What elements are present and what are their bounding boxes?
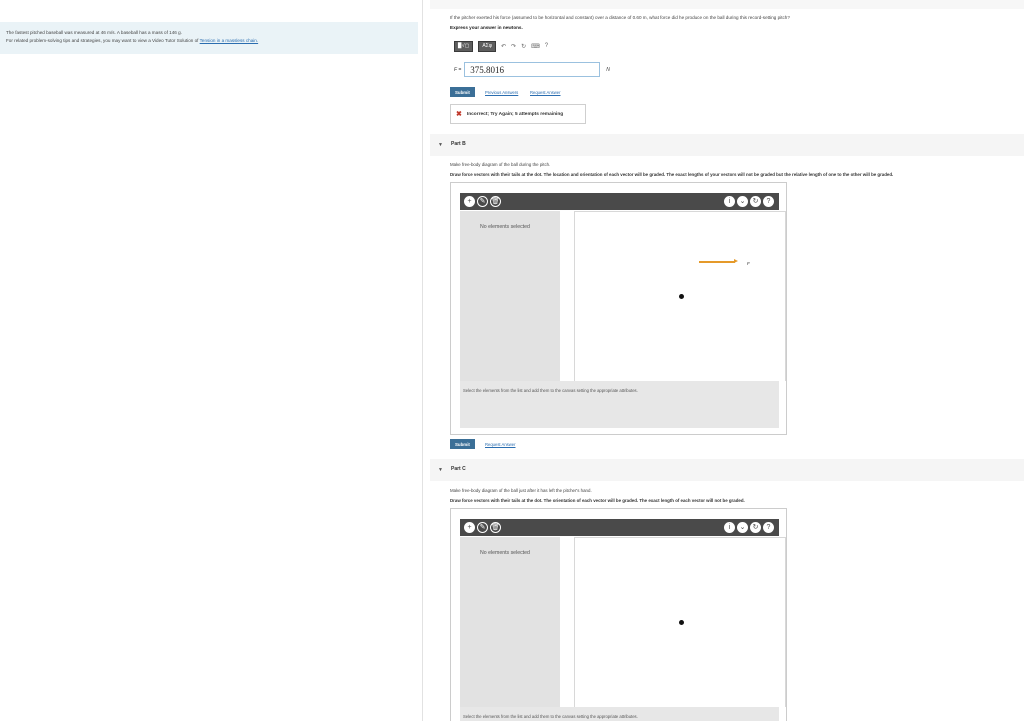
previous-answers-link[interactable]: Previous Answers [485,90,518,95]
info-icon[interactable]: i [724,522,735,533]
keyboard-icon[interactable]: ⌨ [531,43,540,50]
delete-icon[interactable]: 🗑 [490,196,501,207]
part-b-header[interactable]: ▼ Part B [430,134,1024,156]
express-suffix: . [521,25,523,30]
part-a-request-answer-link[interactable]: Request Answer [530,90,561,95]
part-b-drawing-tool: + ✎ 🗑 i ⌄ ↻ ? No elements selected F Sel… [450,182,787,435]
ball-dot [679,620,684,625]
unit-label: N [606,66,610,73]
canvas-hint: Select the elements from the list and ad… [463,388,638,393]
list-status: No elements selected [480,550,530,556]
part-c-instruction-bold: Draw force vectors with their tails at t… [450,498,745,503]
delete-icon[interactable]: 🗑 [490,522,501,533]
drawing-toolbar: + ✎ 🗑 i ⌄ ↻ ? [460,193,779,210]
drawing-canvas[interactable]: F [574,211,786,381]
undo-icon[interactable]: ↶ [501,43,506,50]
express-prefix: Express your answer in [450,25,503,30]
collapse-triangle-icon[interactable]: ▼ [438,467,443,473]
edit-icon[interactable]: ✎ [477,196,488,207]
feedback-text: Incorrect; Try Again; 5 attempts remaini… [466,111,564,117]
canvas-hint: Select the elements from the list and ad… [463,714,638,719]
elements-list[interactable]: No elements selected [460,211,560,381]
vector-label: F [747,261,750,266]
add-icon[interactable]: + [464,196,475,207]
feedback-box: ✖ Incorrect; Try Again; 5 attempts remai… [450,104,586,124]
problem-tip: For related problem-solving tips and str… [6,37,412,45]
column-divider [422,0,423,721]
ball-dot [679,294,684,299]
reset-view-icon[interactable]: ↻ [750,196,761,207]
part-c-drawing-tool: + ✎ 🗑 i ⌄ ↻ ? No elements selected Selec… [450,508,787,721]
incorrect-icon: ✖ [456,111,462,118]
chevron-down-icon[interactable]: ⌄ [737,522,748,533]
part-b-instruction: Make free-body diagram of the ball durin… [450,162,551,167]
reset-icon[interactable]: ↻ [521,43,526,50]
part-b-title: Part B [451,141,466,147]
problem-statement: The fastest pitched baseball was measure… [0,22,418,54]
force-vector[interactable] [699,259,738,263]
part-b-request-answer-link[interactable]: Request Answer [485,442,516,447]
part-b-submit-button[interactable]: Submit [450,439,475,449]
part-c-title: Part C [451,466,466,472]
canvas-hint-strip: Select the elements from the list and ad… [460,707,779,721]
drawing-toolbar: + ✎ 🗑 i ⌄ ↻ ? [460,519,779,536]
tool-help-icon[interactable]: ? [763,196,774,207]
problem-tip-text: For related problem-solving tips and str… [6,37,200,43]
express-instruction: Express your answer in newtons. [450,25,523,30]
part-c-instruction: Make free-body diagram of the ball just … [450,488,592,493]
add-icon[interactable]: + [464,522,475,533]
problem-text: The fastest pitched baseball was measure… [6,30,182,35]
part-a-header-strip [430,0,1024,9]
express-unit: newtons [502,25,522,30]
parts-column: If the pitcher exerted his force (assume… [430,0,1024,721]
list-status: No elements selected [480,224,530,230]
elements-list[interactable]: No elements selected [460,537,560,707]
chevron-down-icon[interactable]: ⌄ [737,196,748,207]
answer-input[interactable]: 375.8016 [464,62,601,77]
help-icon[interactable]: ? [545,43,548,49]
answer-row: F = 375.8016 N [454,62,610,77]
part-a-submit-button[interactable]: Submit [450,87,475,97]
info-icon[interactable]: i [724,196,735,207]
redo-icon[interactable]: ↷ [511,43,516,50]
drawing-canvas[interactable] [574,537,786,707]
edit-icon[interactable]: ✎ [477,522,488,533]
reset-view-icon[interactable]: ↻ [750,522,761,533]
video-tutor-link[interactable]: Tension in a massless chain. [200,38,258,43]
canvas-hint-strip: Select the elements from the list and ad… [460,381,779,428]
templates-button[interactable]: ▉√▢ [454,40,474,52]
collapse-triangle-icon[interactable]: ▼ [438,142,443,148]
part-c-header[interactable]: ▼ Part C [430,459,1024,481]
tool-help-icon[interactable]: ? [763,522,774,533]
math-toolbar: ▉√▢ ΑΣφ ↶ ↷ ↻ ⌨ ? [454,40,548,52]
part-a-question: If the pitcher exerted his force (assume… [450,15,790,20]
part-b-instruction-bold: Draw force vectors with their tails at t… [450,172,894,177]
variable-label: F = [454,66,462,73]
greek-symbols-button[interactable]: ΑΣφ [478,40,496,52]
